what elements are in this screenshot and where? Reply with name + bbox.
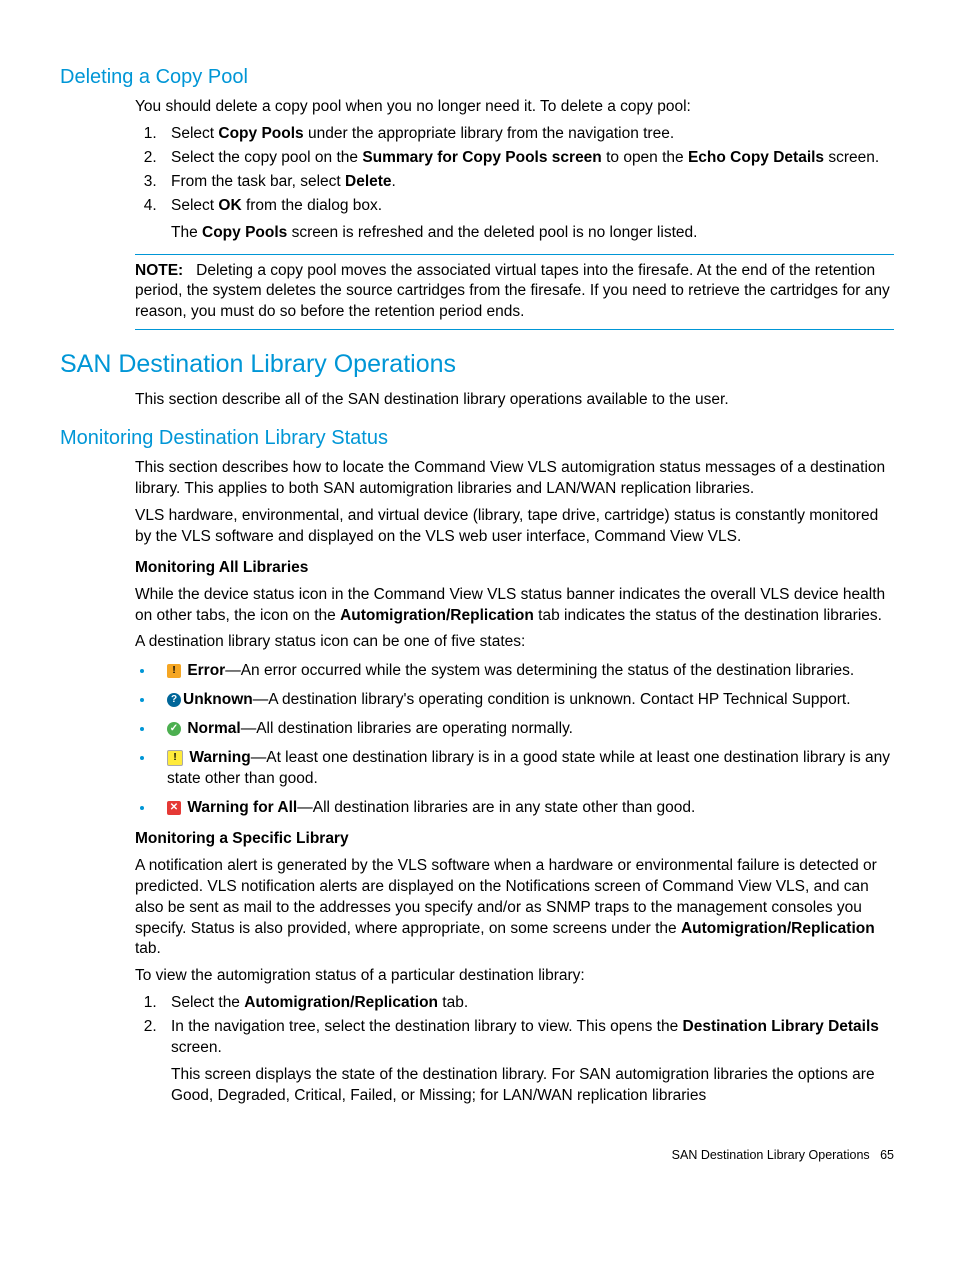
step-1: Select Copy Pools under the appropriate … (161, 124, 894, 145)
view-steps: Select the Automigration/Replication tab… (135, 993, 894, 1107)
monitor-p5: A notification alert is generated by the… (135, 856, 894, 961)
heading-san-operations: SAN Destination Library Operations (60, 348, 894, 382)
section-monitor: This section describes how to locate the… (135, 458, 894, 1107)
san-intro: This section describe all of the SAN des… (135, 390, 894, 411)
page-number: 65 (880, 1148, 894, 1162)
view-step-2: In the navigation tree, select the desti… (161, 1017, 894, 1107)
heading-deleting-copy-pool: Deleting a Copy Pool (60, 64, 894, 91)
error-icon: ! (167, 664, 181, 678)
status-warning-all: ✕ Warning for All—All destination librar… (155, 798, 894, 819)
section-deleting: You should delete a copy pool when you n… (135, 97, 894, 330)
subhead-specific-library: Monitoring a Specific Library (135, 829, 894, 850)
monitor-p2: VLS hardware, environmental, and virtual… (135, 506, 894, 548)
footer-section: SAN Destination Library Operations (672, 1148, 870, 1162)
view-step-2-sub: This screen displays the state of the de… (171, 1065, 894, 1107)
status-normal: ✓ Normal—All destination libraries are o… (155, 719, 894, 740)
status-warning: ! Warning—At least one destination libra… (155, 748, 894, 790)
monitor-p4: A destination library status icon can be… (135, 632, 894, 653)
note-label: NOTE: (135, 262, 183, 279)
view-step-1: Select the Automigration/Replication tab… (161, 993, 894, 1014)
warning-all-icon: ✕ (167, 801, 181, 815)
unknown-icon: ? (167, 693, 181, 707)
note-text: Deleting a copy pool moves the associate… (135, 262, 890, 321)
monitor-p6: To view the automigration status of a pa… (135, 966, 894, 987)
subhead-all-libraries: Monitoring All Libraries (135, 558, 894, 579)
monitor-p1: This section describes how to locate the… (135, 458, 894, 500)
intro-text: You should delete a copy pool when you n… (135, 97, 894, 118)
monitor-p3: While the device status icon in the Comm… (135, 585, 894, 627)
note-box: NOTE: Deleting a copy pool moves the ass… (135, 254, 894, 331)
step-4-result: The Copy Pools screen is refreshed and t… (171, 223, 894, 244)
status-list: ! Error—An error occurred while the syst… (135, 661, 894, 819)
step-2: Select the copy pool on the Summary for … (161, 148, 894, 169)
status-error: ! Error—An error occurred while the syst… (155, 661, 894, 682)
status-unknown: ?Unknown—A destination library's operati… (155, 690, 894, 711)
heading-monitor-status: Monitoring Destination Library Status (60, 425, 894, 452)
step-4: Select OK from the dialog box. The Copy … (161, 196, 894, 244)
step-3: From the task bar, select Delete. (161, 172, 894, 193)
page-footer: SAN Destination Library Operations 65 (60, 1147, 894, 1164)
normal-icon: ✓ (167, 722, 181, 736)
delete-steps: Select Copy Pools under the appropriate … (135, 124, 894, 244)
warning-icon: ! (167, 750, 183, 766)
section-san-intro: This section describe all of the SAN des… (135, 390, 894, 411)
